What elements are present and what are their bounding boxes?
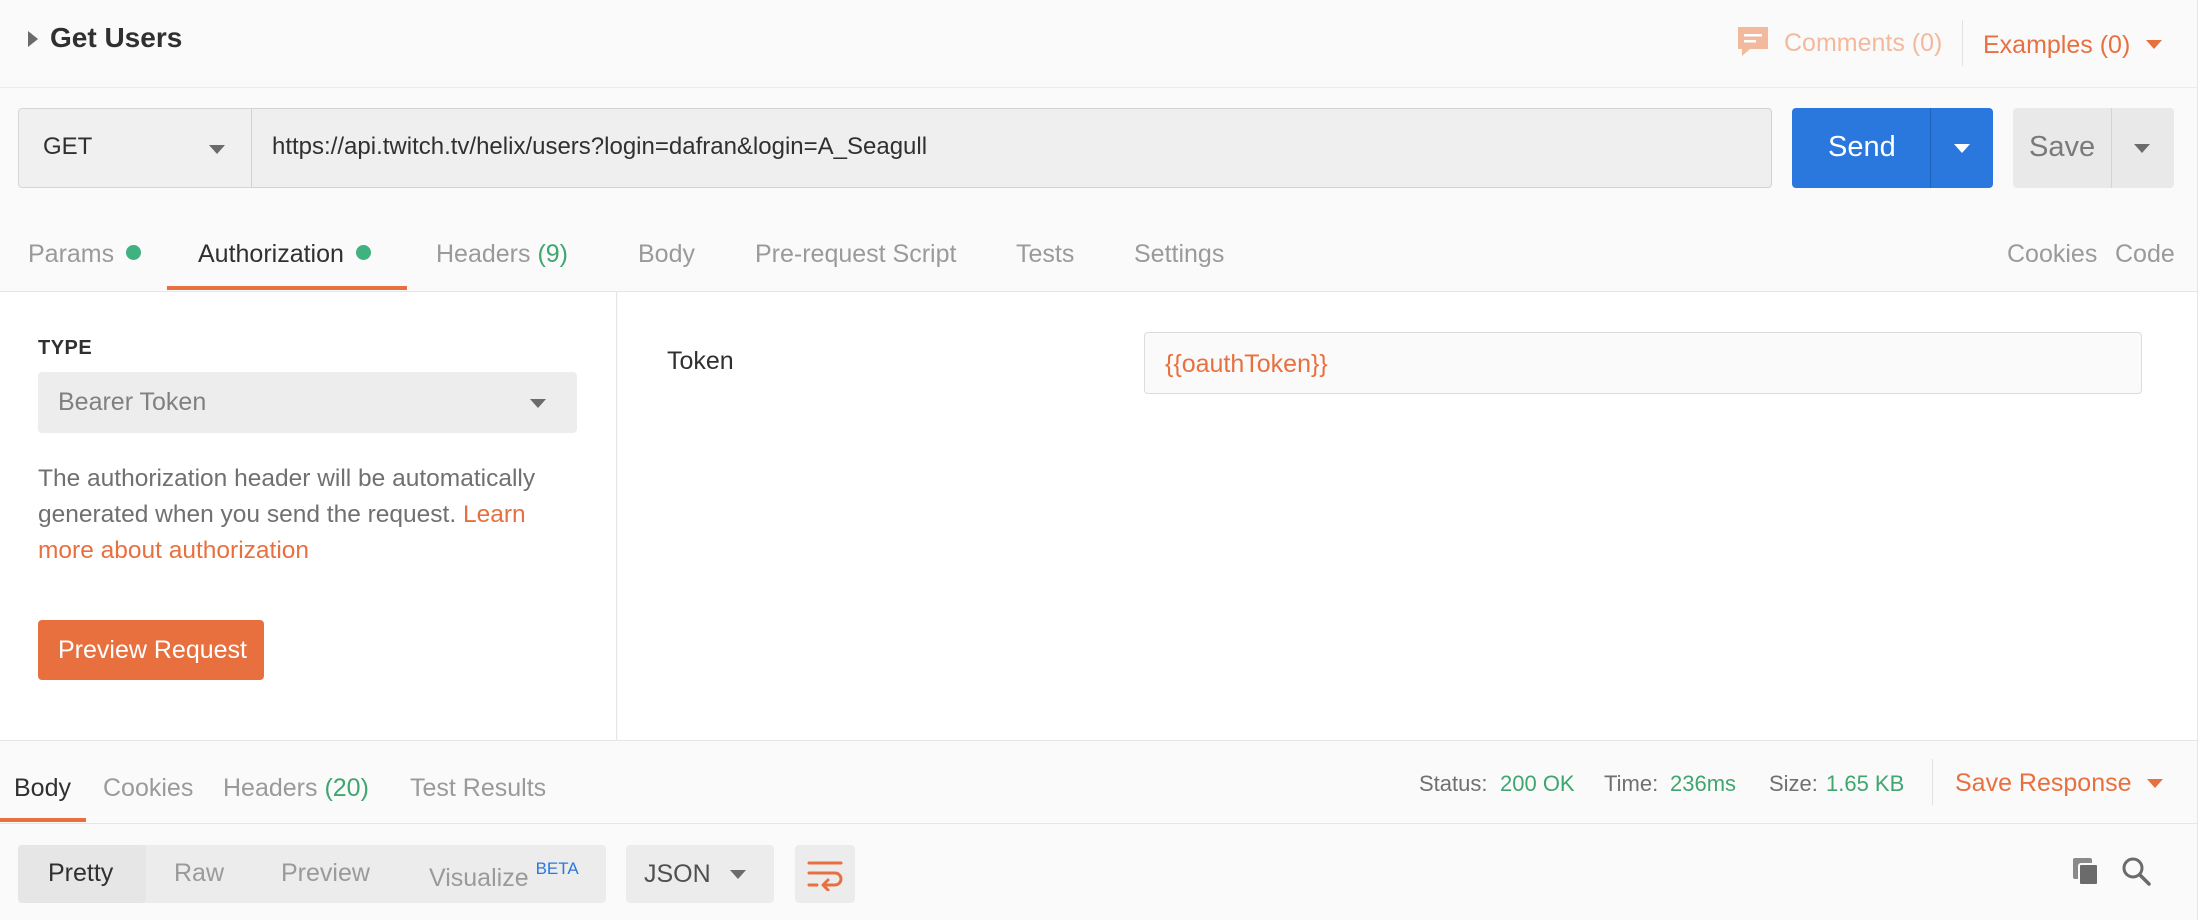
save-button[interactable]: Save bbox=[2013, 108, 2174, 188]
tab-headers-label: Headers bbox=[436, 240, 531, 268]
tab-settings[interactable]: Settings bbox=[1134, 240, 1224, 269]
send-options-chevron-down-icon[interactable] bbox=[1954, 144, 1970, 153]
response-tab-body[interactable]: Body bbox=[14, 774, 71, 803]
request-name[interactable]: Get Users bbox=[50, 22, 182, 54]
comment-icon[interactable] bbox=[1736, 24, 1770, 58]
comments-link[interactable]: Comments (0) bbox=[1784, 29, 1942, 58]
divider bbox=[1962, 20, 1963, 66]
expand-caret-icon[interactable] bbox=[28, 31, 38, 47]
copy-icon[interactable] bbox=[2070, 855, 2102, 887]
language-select[interactable]: JSON bbox=[626, 845, 774, 903]
time-value[interactable]: 236ms bbox=[1670, 771, 1736, 797]
send-button[interactable]: Send bbox=[1792, 108, 1993, 188]
tab-authorization-label: Authorization bbox=[198, 240, 344, 268]
tab-params[interactable]: Params bbox=[28, 240, 142, 269]
preview-request-button[interactable]: Preview Request bbox=[38, 620, 264, 680]
beta-badge: BETA bbox=[535, 859, 579, 878]
response-headers-count: (20) bbox=[324, 774, 369, 802]
tab-tests[interactable]: Tests bbox=[1016, 240, 1074, 269]
request-title-bar: Get Users Comments (0) Examples (0) bbox=[0, 0, 2197, 88]
request-tabs: Params Authorization Headers (9) Body Pr… bbox=[0, 210, 2197, 292]
send-label: Send bbox=[1828, 131, 1896, 163]
tab-headers[interactable]: Headers (9) bbox=[436, 240, 568, 269]
url-value: https://api.twitch.tv/helix/users?login=… bbox=[272, 133, 928, 160]
format-preview[interactable]: Preview bbox=[281, 859, 370, 888]
auth-description: The authorization header will be automat… bbox=[38, 461, 578, 569]
preview-request-label: Preview Request bbox=[58, 636, 247, 664]
type-heading: TYPE bbox=[38, 337, 93, 359]
authorization-status-dot bbox=[355, 245, 371, 260]
headers-count: (9) bbox=[537, 240, 569, 268]
size-value[interactable]: 1.65 KB bbox=[1826, 771, 1904, 797]
token-value: {{oauthToken}} bbox=[1165, 350, 1328, 378]
format-visualize[interactable]: Visualize BETA bbox=[429, 859, 579, 893]
tab-authorization[interactable]: Authorization bbox=[198, 240, 371, 269]
format-pretty[interactable]: Pretty bbox=[18, 845, 146, 903]
search-icon[interactable] bbox=[2120, 855, 2152, 887]
response-tab-test-results[interactable]: Test Results bbox=[410, 774, 546, 803]
auth-type-value: Bearer Token bbox=[58, 388, 207, 416]
save-label: Save bbox=[2029, 131, 2096, 163]
examples-chevron-down-icon[interactable] bbox=[2146, 40, 2162, 49]
token-input[interactable]: {{oauthToken}} bbox=[1144, 332, 2142, 394]
scrollbar[interactable] bbox=[2197, 0, 2212, 920]
cookies-link[interactable]: Cookies bbox=[2007, 240, 2097, 269]
code-link[interactable]: Code bbox=[2115, 240, 2175, 269]
save-response-dropdown[interactable]: Save Response bbox=[1955, 769, 2132, 798]
tab-prerequest-script[interactable]: Pre-request Script bbox=[755, 240, 956, 269]
language-value: JSON bbox=[644, 860, 711, 888]
save-response-chevron-down-icon[interactable] bbox=[2147, 779, 2163, 788]
divider bbox=[1930, 108, 1931, 188]
auth-description-text: The authorization header will be automat… bbox=[38, 465, 536, 528]
status-value[interactable]: 200 OK bbox=[1500, 771, 1575, 797]
response-tabs: Body Cookies Headers (20) Test Results S… bbox=[0, 740, 2197, 824]
language-chevron-down-icon bbox=[730, 870, 746, 879]
response-tab-cookies[interactable]: Cookies bbox=[103, 774, 193, 803]
auth-type-select[interactable]: Bearer Token bbox=[38, 372, 577, 433]
token-label: Token bbox=[667, 347, 734, 375]
format-raw[interactable]: Raw bbox=[174, 859, 224, 888]
format-visualize-label: Visualize bbox=[429, 864, 529, 892]
wrap-lines-icon bbox=[807, 861, 843, 891]
tab-body[interactable]: Body bbox=[638, 240, 695, 269]
divider bbox=[1932, 759, 1933, 805]
wrap-lines-button[interactable] bbox=[795, 845, 855, 903]
status-label: Status: bbox=[1419, 771, 1488, 796]
active-tab-indicator bbox=[167, 286, 407, 290]
time-label: Time: bbox=[1604, 771, 1659, 796]
response-tab-headers[interactable]: Headers (20) bbox=[223, 774, 369, 803]
divider bbox=[2111, 108, 2112, 188]
format-toggle-group: Pretty Raw Preview Visualize BETA bbox=[18, 845, 606, 903]
url-input[interactable]: https://api.twitch.tv/helix/users?login=… bbox=[251, 108, 1772, 188]
response-tab-headers-label: Headers bbox=[223, 774, 318, 802]
size-label: Size: bbox=[1769, 771, 1818, 796]
tab-params-label: Params bbox=[28, 240, 115, 268]
examples-dropdown[interactable]: Examples (0) bbox=[1983, 31, 2130, 60]
params-status-dot bbox=[126, 245, 142, 260]
method-select[interactable]: GET bbox=[18, 108, 252, 188]
method-chevron-down-icon bbox=[209, 145, 225, 154]
format-pretty-label: Pretty bbox=[48, 859, 114, 887]
method-value: GET bbox=[43, 133, 93, 160]
save-options-chevron-down-icon[interactable] bbox=[2134, 144, 2150, 153]
active-response-tab-indicator bbox=[0, 818, 86, 822]
auth-type-chevron-down-icon bbox=[530, 399, 546, 408]
